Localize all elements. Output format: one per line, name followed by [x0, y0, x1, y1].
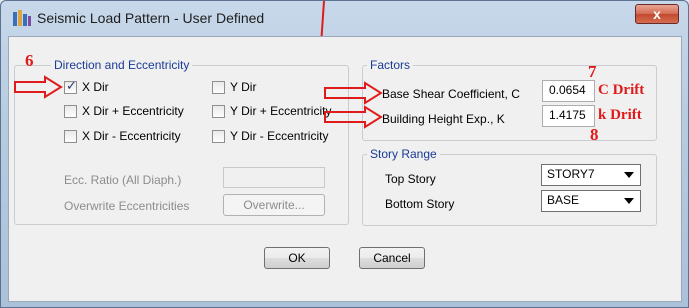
annotation-arrow-base-shear — [324, 81, 383, 105]
annotation-arrow-height-exp — [324, 105, 383, 129]
bottom-story-value: BASE — [547, 193, 580, 207]
window-title: Seismic Load Pattern - User Defined — [37, 10, 265, 26]
top-story-select[interactable]: STORY7 — [541, 164, 641, 186]
y-dir-checkbox[interactable] — [212, 81, 225, 94]
dialog-window: Seismic Load Pattern - User Defined x Di… — [0, 0, 689, 308]
annotation-number-8: 8 — [590, 125, 599, 144]
top-story-value: STORY7 — [547, 167, 595, 181]
y-dir-minus-ecc-label: Y Dir - Eccentricity — [230, 129, 329, 143]
x-dir-minus-ecc-label: X Dir - Eccentricity — [82, 129, 181, 143]
close-button[interactable]: x — [635, 4, 679, 24]
y-dir-plus-ecc-checkbox[interactable] — [212, 105, 225, 118]
overwrite-eccentricities-label: Overwrite Eccentricities — [64, 199, 190, 213]
x-dir-minus-ecc-checkbox[interactable] — [64, 130, 77, 143]
ok-button[interactable]: OK — [264, 247, 330, 269]
ecc-ratio-label: Ecc. Ratio (All Diaph.) — [64, 173, 182, 187]
height-exp-label: Building Height Exp., K — [382, 112, 505, 126]
x-dir-plus-ecc-checkbox[interactable] — [64, 105, 77, 118]
annotation-arrow-6 — [14, 75, 63, 99]
title-bar[interactable]: Seismic Load Pattern - User Defined x — [1, 1, 689, 35]
x-dir-label: X Dir — [82, 80, 109, 94]
cancel-button[interactable]: Cancel — [359, 247, 425, 269]
annotation-number-7: 7 — [588, 62, 597, 81]
annotation-c-drift: C Drift — [598, 82, 645, 98]
chevron-down-icon — [624, 198, 634, 204]
x-dir-plus-ecc-label: X Dir + Eccentricity — [82, 104, 184, 118]
direction-group-title: Direction and Eccentricity — [51, 58, 193, 72]
bottom-story-select[interactable]: BASE — [541, 190, 641, 212]
story-range-group-title: Story Range — [367, 147, 440, 161]
overwrite-button[interactable]: Overwrite... — [223, 194, 325, 216]
y-dir-label: Y Dir — [230, 80, 257, 94]
close-icon: x — [653, 6, 661, 22]
height-exp-input[interactable]: 1.4175 — [542, 105, 595, 127]
top-story-label: Top Story — [385, 172, 436, 186]
annotation-number-6: 6 — [25, 51, 34, 70]
bottom-story-label: Bottom Story — [385, 197, 455, 211]
y-dir-minus-ecc-checkbox[interactable] — [212, 130, 225, 143]
chevron-down-icon — [624, 172, 634, 178]
base-shear-input[interactable]: 0.0654 — [542, 80, 595, 102]
factors-group — [362, 65, 657, 141]
annotation-k-drift: k Drift — [598, 107, 642, 123]
ecc-ratio-input[interactable] — [223, 167, 325, 188]
factors-group-title: Factors — [367, 58, 414, 72]
x-dir-checkbox[interactable] — [64, 79, 77, 94]
y-dir-plus-ecc-label: Y Dir + Eccentricity — [230, 104, 332, 118]
base-shear-label: Base Shear Coefficient, C — [382, 87, 520, 101]
app-icon — [13, 10, 31, 26]
